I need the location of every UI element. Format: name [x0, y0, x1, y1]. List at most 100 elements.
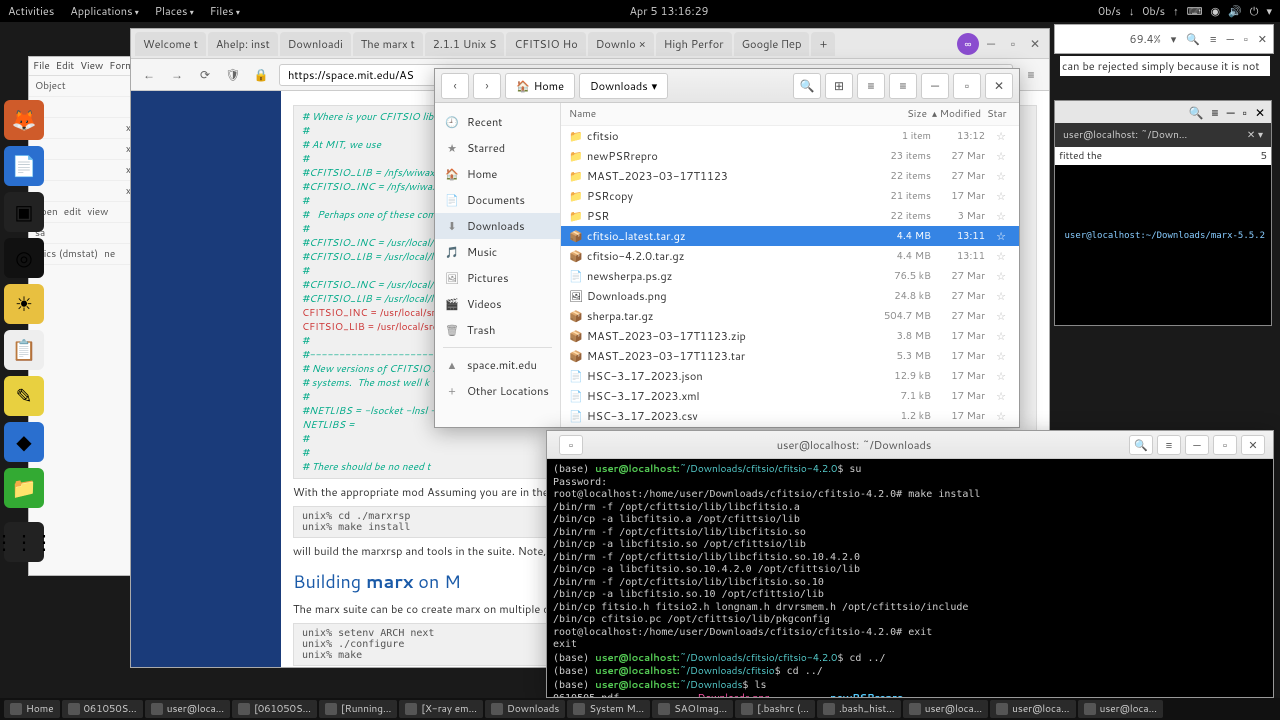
tab-3[interactable]: The marx t	[353, 32, 423, 56]
task-item[interactable]: .bash_hist…	[817, 700, 901, 718]
pdf-min-icon[interactable]: —	[1226, 31, 1233, 47]
sidebar-item-pictures[interactable]: 🖼Pictures	[435, 265, 560, 291]
sidebar-item-videos[interactable]: 🎬Videos	[435, 291, 560, 317]
app-icon[interactable]: ◆	[4, 422, 44, 462]
tab-7[interactable]: High Perfor	[656, 32, 732, 56]
files-max-button[interactable]: ▫	[953, 73, 981, 99]
star-icon[interactable]: ☆	[991, 208, 1011, 224]
notes-icon[interactable]: ✎	[4, 376, 44, 416]
task-item[interactable]: [X-ray em…	[399, 700, 483, 718]
view-btn[interactable]: view	[87, 205, 108, 219]
task-item[interactable]: [061050S…	[232, 700, 317, 718]
files-close-button[interactable]: ✕	[985, 73, 1013, 99]
sidebar-item-documents[interactable]: 📄Documents	[435, 187, 560, 213]
tab-6[interactable]: Downlo ×	[588, 32, 654, 56]
star-icon[interactable]: ☆	[991, 288, 1011, 304]
col-modified[interactable]: ▴ Modified	[927, 107, 987, 121]
file-row[interactable]: 📄HSC-3_17_2023.json12.9 kB17 Mar☆	[561, 366, 1019, 386]
maximize-icon[interactable]: ▫	[1003, 34, 1023, 54]
terminal-icon[interactable]: ▣	[4, 192, 44, 232]
rt-max-icon[interactable]: ▫	[1243, 104, 1247, 121]
applications-menu[interactable]: Applications	[70, 3, 139, 19]
term-close-button[interactable]: ✕	[1241, 435, 1265, 455]
sheet-menu-view[interactable]: View	[80, 59, 103, 73]
sheet-menu-file[interactable]: File	[33, 59, 50, 73]
files-forward-button[interactable]: ›	[473, 73, 501, 99]
task-item[interactable]: 061050S…	[62, 700, 143, 718]
file-row[interactable]: 📦cfitsio-4.2.0.tar.gz4.4 MB13:11☆	[561, 246, 1019, 266]
reload-icon[interactable]: ⟳	[195, 65, 215, 85]
sheet-menu-edit[interactable]: Edit	[56, 59, 74, 73]
file-row[interactable]: 📁PSR22 items3 Mar☆	[561, 206, 1019, 226]
rt-search-icon[interactable]: 🔍	[1189, 104, 1204, 121]
file-row[interactable]: 📦MAST_2023-03-17T1123.zip3.8 MB17 Mar☆	[561, 326, 1019, 346]
term-min-button[interactable]: —	[1185, 435, 1209, 455]
sidebar-item-downloads[interactable]: ⬇Downloads	[435, 213, 560, 239]
system-arrow-icon[interactable]: ▾	[1266, 3, 1272, 19]
star-icon[interactable]: ☆	[991, 228, 1011, 244]
power-icon[interactable]: ⏻	[1250, 3, 1259, 19]
star-icon[interactable]: ☆	[991, 388, 1011, 404]
apps-grid-icon[interactable]: ⋮⋮⋮	[4, 522, 44, 562]
accessibility-icon[interactable]: ◉	[1210, 3, 1220, 19]
term-menu-button[interactable]: ≡	[1157, 435, 1181, 455]
account-icon[interactable]: ∞	[957, 33, 979, 55]
crumb-home[interactable]: 🏠 Home	[505, 73, 575, 99]
search-icon[interactable]: 🔍	[1186, 31, 1200, 47]
files-min-button[interactable]: —	[921, 73, 949, 99]
panel-clock[interactable]: Apr 5 13:16:29	[240, 3, 1098, 19]
sidebar-item-recent[interactable]: 🕘Recent	[435, 109, 560, 135]
view-list-button[interactable]: ≡	[857, 73, 885, 99]
task-item[interactable]: [.bashrc (…	[735, 700, 815, 718]
col-name[interactable]: Name	[569, 107, 867, 121]
terminal-body[interactable]: (base) user@localhost:~/Downloads/cfitsi…	[547, 459, 1273, 697]
files-list[interactable]: Name Size ▴ Modified Star 📁cfitsio1 item…	[561, 103, 1019, 427]
col-star[interactable]: Star	[987, 107, 1011, 121]
pdf-close-icon[interactable]: ✕	[1258, 31, 1267, 47]
file-row[interactable]: 📄HSC-3_17_2023.xml7.1 kB17 Mar☆	[561, 386, 1019, 406]
places-menu[interactable]: Places	[155, 3, 194, 19]
file-row[interactable]: 📄newsherpa.ps.gz76.5 kB27 Mar☆	[561, 266, 1019, 286]
back-icon[interactable]: ←	[139, 65, 159, 85]
task-item[interactable]: user@loca…	[145, 700, 230, 718]
zoom-level[interactable]: 69.4%	[1130, 31, 1161, 47]
files-back-button[interactable]: ‹	[441, 73, 469, 99]
star-icon[interactable]: ☆	[991, 328, 1011, 344]
task-item[interactable]: SAOImag…	[652, 700, 733, 718]
sidebar-item-space-mit-edu[interactable]: ▲space.mit.edu	[435, 352, 560, 378]
tab-2[interactable]: Downloadi	[280, 32, 351, 56]
term-newtab-button[interactable]: ▫	[559, 435, 583, 455]
star-icon[interactable]: ☆	[991, 368, 1011, 384]
sidebar-item-home[interactable]: 🏠Home	[435, 161, 560, 187]
hamburger-icon[interactable]: ≡	[1021, 65, 1041, 85]
task-item[interactable]: [Running…	[319, 700, 397, 718]
zoom-dropdown-icon[interactable]: ▾	[1171, 31, 1177, 47]
file-row[interactable]: 📦cfitsio_latest.tar.gz4.4 MB13:11☆	[561, 226, 1019, 246]
close-icon[interactable]: ✕	[1025, 34, 1045, 54]
rt-close-icon[interactable]: ✕	[1255, 104, 1265, 121]
pdf-menu-icon[interactable]: ≡	[1210, 31, 1216, 47]
task-item[interactable]: user@loca…	[990, 700, 1075, 718]
star-icon[interactable]: ☆	[991, 348, 1011, 364]
task-item[interactable]: user@loca…	[903, 700, 988, 718]
sidebar-item-other-locations[interactable]: +Other Locations	[435, 378, 560, 404]
star-icon[interactable]: ☆	[991, 148, 1011, 164]
file-row[interactable]: 📦sherpa.tar.gz504.7 MB27 Mar☆	[561, 306, 1019, 326]
files-menu-button[interactable]: ≡	[889, 73, 917, 99]
sidebar-item-starred[interactable]: ★Starred	[435, 135, 560, 161]
tab-4[interactable]: 2.1.1 Unix S	[425, 32, 505, 56]
new-tab-button[interactable]: +	[811, 32, 835, 56]
star-icon[interactable]: ☆	[991, 308, 1011, 324]
shield-icon[interactable]: 🛡	[223, 65, 243, 85]
crumb-downloads[interactable]: Downloads ▾	[579, 73, 668, 99]
rt-menu-icon[interactable]: ≡	[1212, 104, 1219, 121]
task-item[interactable]: System M…	[567, 700, 650, 718]
star-icon[interactable]: ☆	[991, 408, 1011, 424]
keyboard-icon[interactable]: ⌨	[1187, 3, 1203, 19]
file-row[interactable]: 📄HSC-3_17_2023.csv1.2 kB17 Mar☆	[561, 406, 1019, 426]
minimize-icon[interactable]: —	[981, 34, 1001, 54]
new-btn[interactable]: ne	[104, 247, 115, 261]
forward-icon[interactable]: →	[167, 65, 187, 85]
star-icon[interactable]: ☆	[991, 128, 1011, 144]
tab-5[interactable]: CFITSIO Ho	[506, 32, 585, 56]
